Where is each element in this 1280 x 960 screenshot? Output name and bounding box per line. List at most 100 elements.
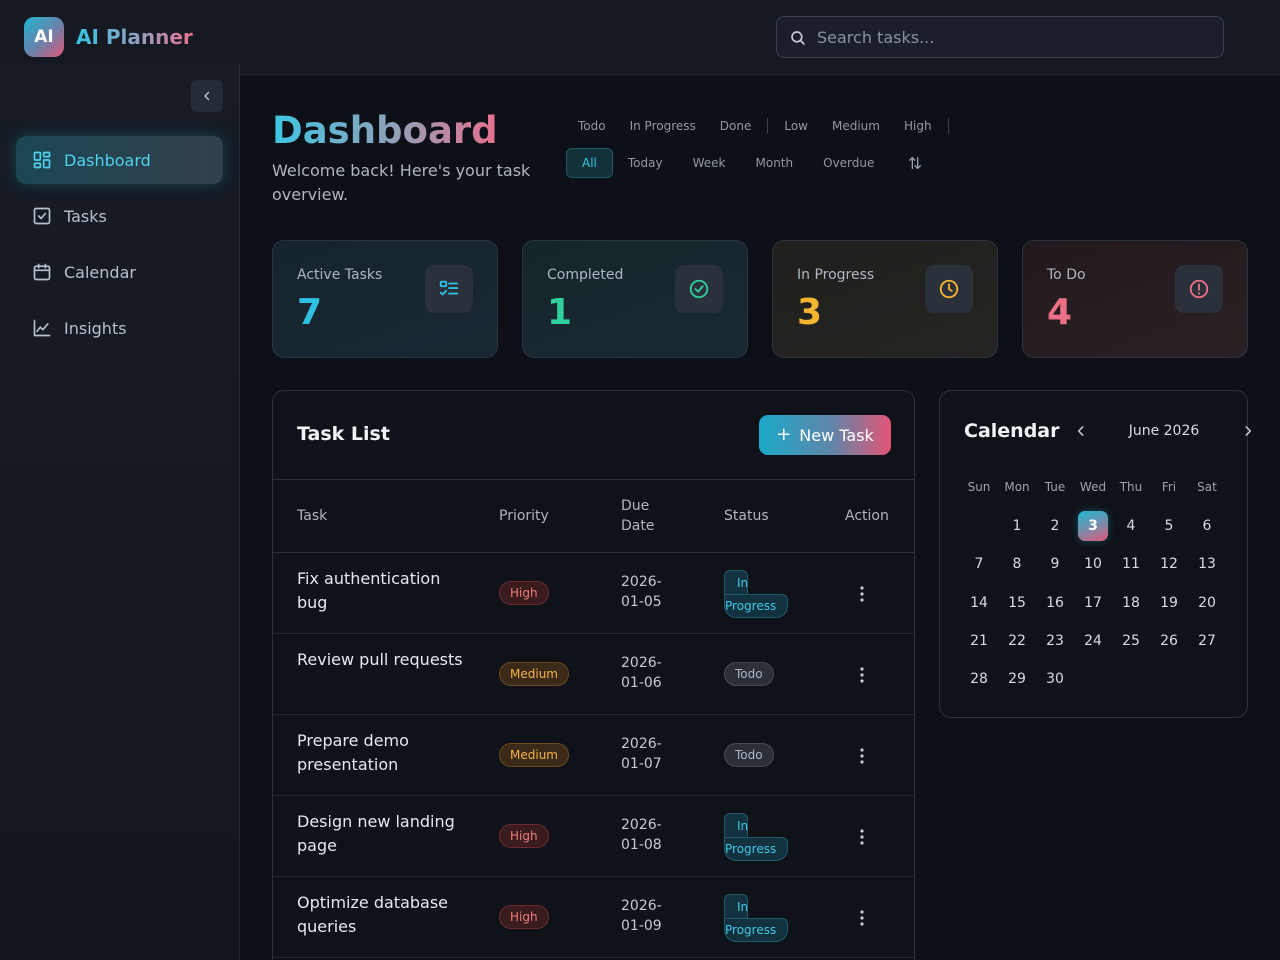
calendar-day[interactable]: 9 [1040,549,1070,579]
filter-priority-medium[interactable]: Medium [820,113,892,139]
calendar-day[interactable]: 15 [1002,588,1032,618]
new-task-label: New Task [799,425,874,445]
table-row[interactable]: Prepare demo presentation Medium 2026-01… [273,715,914,796]
chevron-left-icon[interactable] [1074,424,1088,438]
checkbox-icon [33,207,51,225]
calendar-day[interactable]: 12 [1154,549,1184,579]
stat-icon-box [675,265,723,313]
chevron-left-icon [204,91,210,101]
calendar-day[interactable]: 17 [1078,588,1108,618]
more-options-icon[interactable] [858,909,866,927]
calendar-day[interactable]: 20 [1192,588,1222,618]
due-date: 2026-01-05 [621,574,662,610]
more-options-icon[interactable] [858,828,866,846]
stat-icon-box [925,265,973,313]
table-row[interactable]: Optimize database queries High 2026-01-0… [273,877,914,958]
calendar-day[interactable]: 11 [1116,549,1146,579]
table-header: Task Priority Due Date Status Action [273,479,914,553]
weekday-label: Thu [1119,480,1143,494]
filter-range-all[interactable]: All [566,148,613,178]
calendar-day[interactable]: 19 [1154,588,1184,618]
filter-priority-high[interactable]: High [892,113,944,139]
list-check-icon [439,280,459,296]
filter-priority-low[interactable]: Low [772,113,820,139]
filter-status-in-progress[interactable]: In Progress [618,113,708,139]
collapse-sidebar-button[interactable] [191,80,223,112]
clock-icon [939,279,959,299]
filter-status-done[interactable]: Done [708,113,764,139]
logo-text: AI [34,27,54,47]
sidebar-item-label: Calendar [64,262,136,282]
calendar-title: Calendar [964,420,1060,442]
calendar-day[interactable]: 22 [1002,626,1032,656]
task-list-title: Task List [297,423,390,445]
sidebar-item-insights[interactable]: Insights [16,304,223,352]
filter-range-week[interactable]: Week [678,148,741,178]
filter-range-month[interactable]: Month [741,148,809,178]
status-text-part: In [724,894,748,918]
calendar-day[interactable]: 13 [1192,549,1222,579]
more-options-icon[interactable] [858,747,866,765]
calendar-day[interactable]: 28 [964,664,994,694]
table-row[interactable]: Review pull requests Medium 2026-01-06 T… [273,634,914,715]
status-badge: In Progress [724,570,788,618]
sort-icon[interactable] [907,155,923,171]
stat-card-to-do: To Do 4 [1022,240,1248,358]
calendar-day[interactable]: 24 [1078,626,1108,656]
stat-card-completed: Completed 1 [522,240,748,358]
calendar-day[interactable]: 21 [964,626,994,656]
sidebar-item-calendar[interactable]: Calendar [16,248,223,296]
sidebar-item-dashboard[interactable]: Dashboard [16,136,223,184]
sidebar: Dashboard Tasks Calendar Insights [0,64,240,960]
more-options-icon[interactable] [858,666,866,684]
filter-status-todo[interactable]: Todo [566,113,618,139]
calendar-day[interactable]: 16 [1040,588,1070,618]
filter-range-today[interactable]: Today [613,148,678,178]
calendar-day[interactable]: 25 [1116,626,1146,656]
calendar-day[interactable]: 2 [1040,511,1070,541]
status-text-part: Progress [724,918,788,942]
sidebar-item-label: Dashboard [64,150,151,170]
calendar-day[interactable]: 27 [1192,626,1222,656]
more-options-icon[interactable] [858,585,866,603]
filter-divider [767,118,769,134]
calendar-day[interactable]: 29 [1002,664,1032,694]
search-icon [791,31,805,45]
table-row[interactable]: Design new landing page High 2026-01-08 … [273,796,914,877]
filter-bar-range: All Today Week Month Overdue [566,148,923,178]
filter-divider [947,118,949,134]
calendar-day[interactable]: 23 [1040,626,1070,656]
table-row[interactable]: Fix authentication bug High 2026-01-05 I… [273,553,914,634]
calendar-day[interactable]: 10 [1078,549,1108,579]
header-task: Task [297,508,328,524]
priority-badge: High [499,824,549,848]
task-name: Design new landing page [297,812,455,855]
stat-label: To Do [1047,267,1086,283]
calendar-day[interactable]: 7 [964,549,994,579]
priority-badge: Medium [499,662,569,686]
chart-line-icon [33,319,51,337]
search-input[interactable] [817,17,1217,57]
calendar-day[interactable]: 26 [1154,626,1184,656]
calendar-day[interactable]: 5 [1154,511,1184,541]
header-due-date: Due Date [621,498,655,534]
stat-icon-box [1175,265,1223,313]
calendar-day-today[interactable]: 3 [1078,511,1108,541]
weekday-label: Mon [1004,480,1030,494]
calendar-day[interactable]: 30 [1040,664,1070,694]
priority-badge: Medium [499,743,569,767]
calendar-day[interactable]: 4 [1116,511,1146,541]
chevron-right-icon[interactable] [1241,424,1255,438]
sidebar-item-tasks[interactable]: Tasks [16,192,223,240]
calendar-day[interactable]: 14 [964,588,994,618]
search-box[interactable] [776,16,1224,58]
calendar-day[interactable]: 1 [1002,511,1032,541]
calendar-day[interactable]: 8 [1002,549,1032,579]
calendar-day[interactable]: 6 [1192,511,1222,541]
sidebar-item-label: Insights [64,318,127,338]
filter-range-overdue[interactable]: Overdue [808,148,889,178]
status-text-part: In [724,570,748,594]
new-task-button[interactable]: + New Task [759,415,891,455]
calendar-day[interactable]: 18 [1116,588,1146,618]
alert-circle-icon [1189,279,1209,299]
